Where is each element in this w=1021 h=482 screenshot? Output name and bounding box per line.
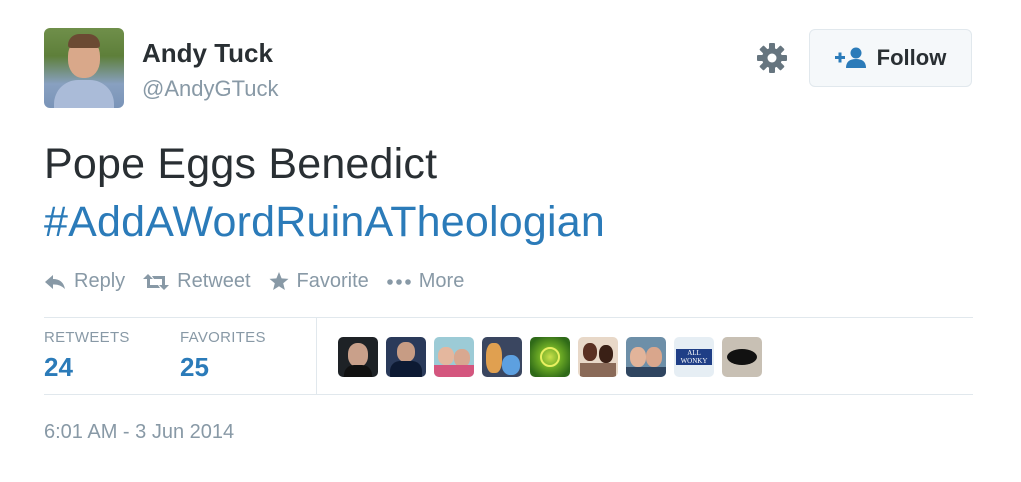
gear-icon[interactable] (756, 42, 788, 74)
favoriter-avatar[interactable] (434, 337, 474, 377)
favoriter-avatar-logo: ALL WONKY (676, 349, 712, 365)
user-handle[interactable]: @AndyGTuck (142, 76, 278, 102)
tweet-timestamp[interactable]: 6:01 AM - 3 Jun 2014 (44, 421, 234, 444)
favorite-button[interactable]: Favorite (269, 270, 369, 293)
add-user-icon (834, 47, 866, 68)
stats-top-divider (44, 317, 973, 318)
avatar-shirt (54, 80, 114, 108)
favorite-label: Favorite (296, 270, 369, 292)
tweet-text: Pope Eggs Benedict (44, 140, 438, 188)
retweets-label: RETWEETS (44, 329, 130, 346)
tweet-actions: Reply Retweet Favorite More (44, 270, 482, 293)
more-dots-icon (386, 278, 411, 285)
favorites-label: FAVORITES (180, 329, 266, 346)
stats-vertical-divider (316, 318, 317, 394)
more-label: More (418, 270, 465, 292)
user-avatar[interactable] (44, 28, 124, 108)
favorites-stat[interactable]: FAVORITES 25 (180, 329, 266, 383)
reply-button[interactable]: Reply (44, 270, 125, 293)
avatar-hair (68, 34, 100, 48)
follow-button-label: Follow (876, 45, 947, 70)
stats-bottom-divider (44, 394, 973, 395)
retweet-icon (143, 273, 170, 290)
favoriter-avatar[interactable] (338, 337, 378, 377)
favoriter-avatars: ALL WONKY (338, 337, 762, 377)
star-icon (269, 272, 289, 290)
favoriter-avatar[interactable] (626, 337, 666, 377)
favoriter-avatar[interactable] (482, 337, 522, 377)
retweets-count: 24 (44, 352, 73, 382)
favoriter-avatar[interactable]: ALL WONKY (674, 337, 714, 377)
favoriter-avatar[interactable] (722, 337, 762, 377)
follow-button[interactable]: Follow (809, 29, 972, 87)
favorites-count: 25 (180, 352, 209, 382)
retweet-button[interactable]: Retweet (143, 270, 251, 293)
reply-label: Reply (74, 270, 126, 292)
favoriter-avatar[interactable] (578, 337, 618, 377)
favoriter-avatar[interactable] (386, 337, 426, 377)
favoriter-avatar[interactable] (530, 337, 570, 377)
retweets-stat[interactable]: RETWEETS 24 (44, 329, 130, 383)
reply-icon (45, 274, 65, 289)
user-name[interactable]: Andy Tuck (142, 38, 273, 69)
tweet-hashtag-link[interactable]: #AddAWordRuinATheologian (44, 198, 605, 247)
more-button[interactable]: More (386, 270, 465, 293)
retweet-label: Retweet (177, 270, 251, 292)
